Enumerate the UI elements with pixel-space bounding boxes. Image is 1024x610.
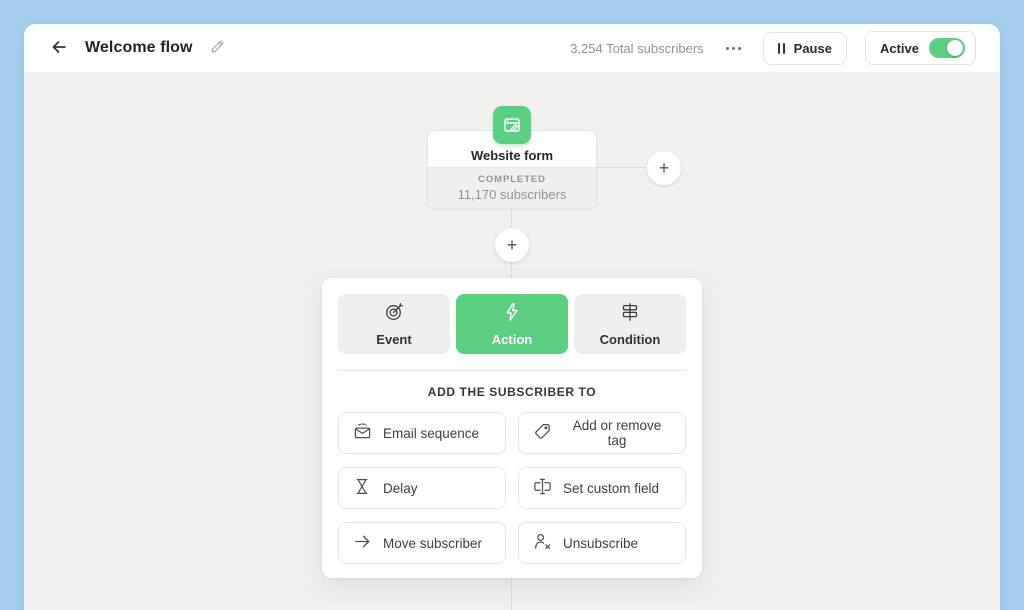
step-type-tabs: Event Action [338,294,686,354]
active-toggle[interactable] [929,38,965,58]
edit-title-button[interactable] [208,37,227,59]
option-unsubscribe[interactable]: Unsubscribe [518,522,686,564]
pause-label: Pause [794,41,832,56]
pause-icon [778,43,785,54]
lightning-icon [502,302,522,325]
hourglass-icon [353,477,372,499]
back-button[interactable] [48,36,70,61]
node-status: COMPLETED [478,174,546,185]
connector-line-right [597,167,647,168]
tab-label: Condition [600,332,661,347]
option-label: Unsubscribe [563,536,638,551]
option-label: Move subscriber [383,536,482,551]
tab-label: Event [376,332,411,347]
add-node-button-below[interactable]: + [495,228,529,262]
form-edit-icon [493,106,531,144]
add-step-modal: Event Action [322,278,702,578]
topbar-right: 3,254 Total subscribers Pause Active [570,31,976,65]
signpost-icon [620,302,640,325]
envelope-icon [353,422,372,444]
add-node-button-right[interactable]: + [647,151,681,185]
toggle-knob [947,40,963,56]
connector-line-bottom [511,578,512,610]
ellipsis-icon [724,41,743,56]
modal-section-title: ADD THE SUBSCRIBER TO [338,385,686,399]
plus-icon: + [507,236,518,254]
page-title: Welcome flow [85,39,193,57]
input-field-icon [533,477,552,499]
action-options-grid: Email sequence Add or remove tag [338,412,686,564]
option-email-sequence[interactable]: Email sequence [338,412,506,454]
node-subscriber-count: 11,170 subscribers [458,187,567,202]
option-set-custom-field[interactable]: Set custom field [518,467,686,509]
pause-button[interactable]: Pause [763,32,847,65]
option-move-subscriber[interactable]: Move subscriber [338,522,506,564]
arrow-right-icon [353,532,372,554]
top-bar: Welcome flow 3,254 Total subscribers Pau… [24,24,1000,73]
app-window: Welcome flow 3,254 Total subscribers Pau… [24,24,1000,610]
tab-event[interactable]: Event [338,294,450,354]
pencil-icon [210,39,225,57]
more-menu-button[interactable] [722,39,745,58]
topbar-left: Welcome flow [48,36,227,61]
node-stats: COMPLETED 11,170 subscribers [428,167,596,208]
tab-condition[interactable]: Condition [574,294,686,354]
plus-icon: + [659,159,670,177]
back-arrow-icon [50,38,68,59]
option-label: Set custom field [563,481,659,496]
total-subscribers: 3,254 Total subscribers [570,41,703,56]
option-label: Email sequence [383,426,479,441]
option-label: Delay [383,481,418,496]
option-add-remove-tag[interactable]: Add or remove tag [518,412,686,454]
tab-action[interactable]: Action [456,294,568,354]
option-label: Add or remove tag [563,418,671,448]
person-remove-icon [533,532,552,554]
modal-divider [338,370,686,371]
tag-icon [533,422,552,444]
tab-label: Action [492,332,532,347]
target-icon [384,302,404,325]
option-delay[interactable]: Delay [338,467,506,509]
active-toggle-group: Active [865,31,976,65]
flow-canvas: Website form COMPLETED 11,170 subscriber… [24,73,1000,610]
active-label: Active [880,41,919,56]
